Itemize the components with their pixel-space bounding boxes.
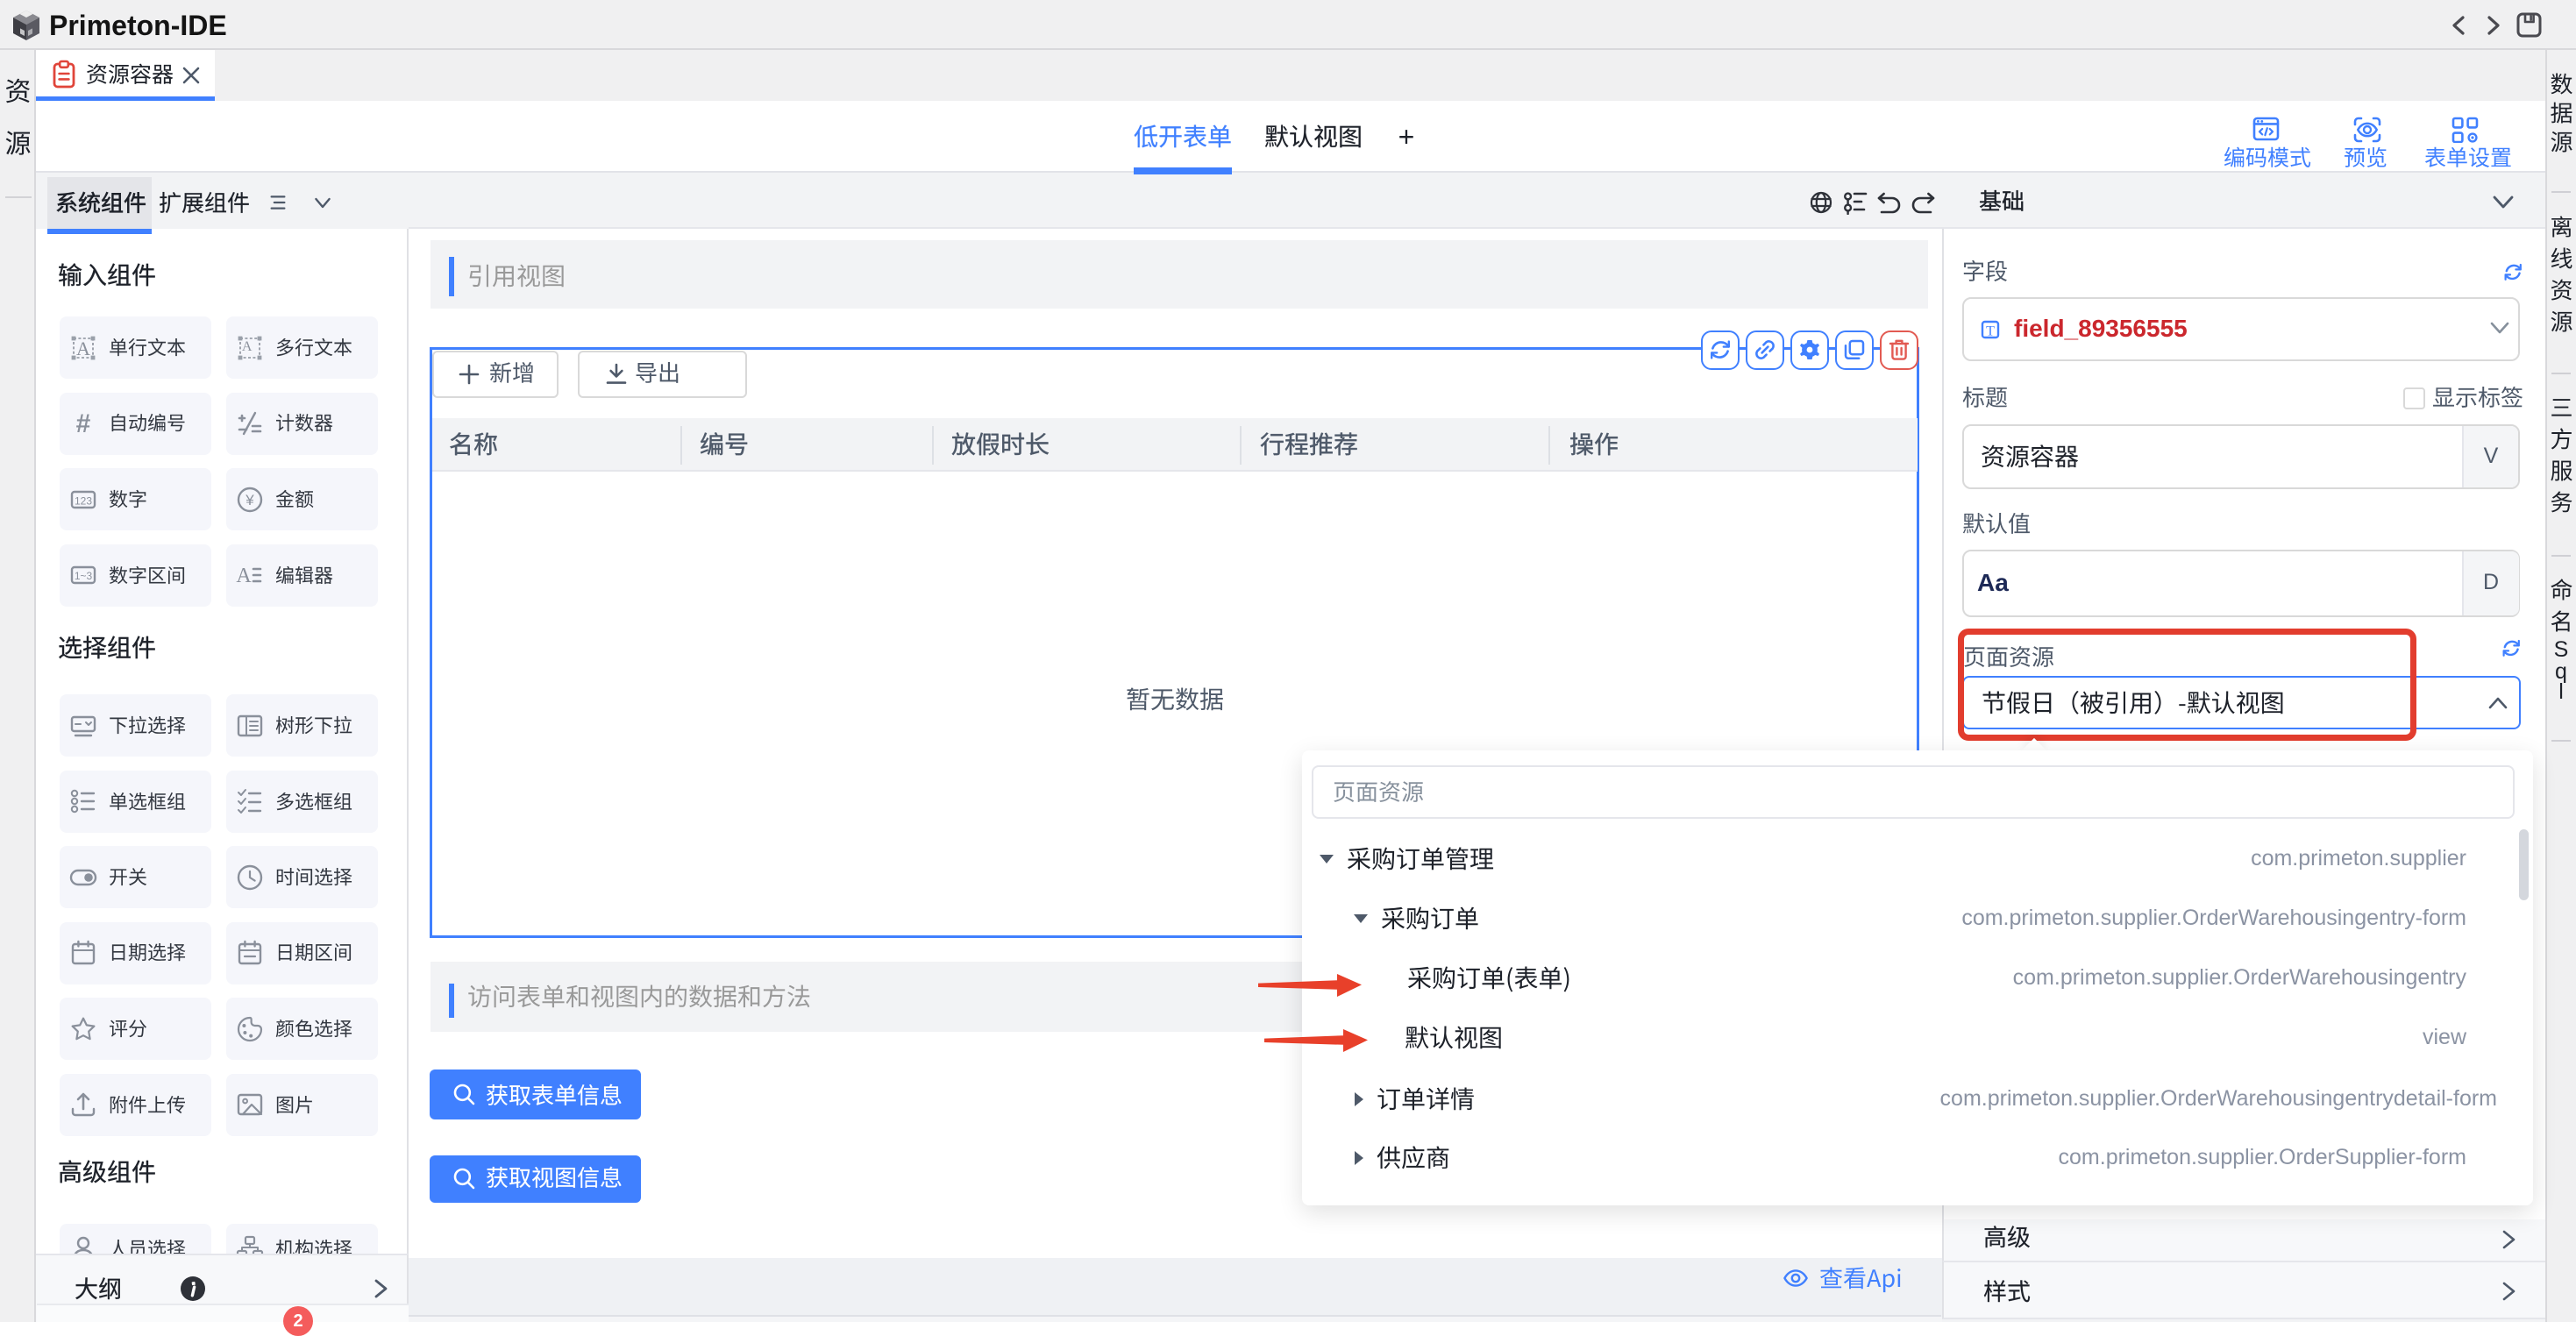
svg-text:A: A	[242, 339, 253, 354]
svg-text:T: T	[1986, 323, 1995, 338]
svg-text:¥: ¥	[245, 492, 254, 508]
svg-text:A: A	[236, 565, 252, 587]
svg-text:1~3: 1~3	[75, 570, 93, 582]
svg-text:#: #	[76, 409, 91, 437]
svg-text:A: A	[76, 338, 90, 359]
svg-text:123: 123	[75, 494, 92, 507]
